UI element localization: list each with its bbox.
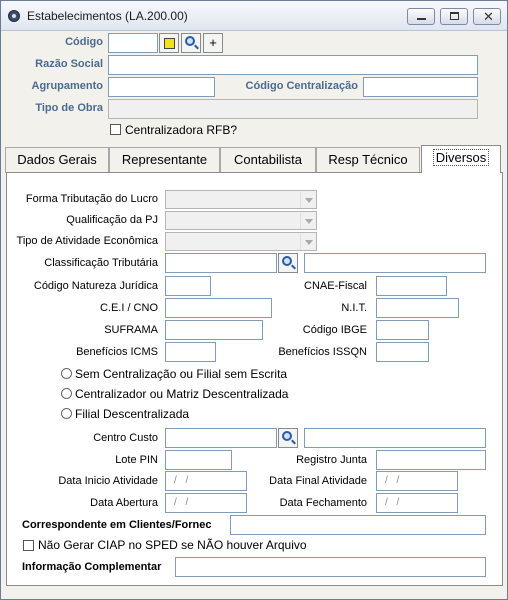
window-title: Estabelecimentos (LA.200.00)	[27, 9, 188, 23]
classificacao-code-input[interactable]	[165, 253, 277, 273]
chevron-down-icon	[300, 213, 315, 229]
radio-label-centralizador: Centralizador ou Matriz Descentralizada	[75, 387, 289, 401]
codigo-add-button[interactable]: +	[203, 33, 223, 53]
natureza-juridica-label: Código Natureza Jurídica	[33, 280, 158, 292]
info-complementar-label: Informação Complementar	[22, 561, 162, 573]
codigo-centralizacao-input[interactable]	[363, 77, 478, 97]
radio-label-sem-centralizacao: Sem Centralização ou Filial sem Escrita	[75, 367, 288, 381]
suframa-label: SUFRAMA	[104, 324, 158, 336]
centro-custo-search-button[interactable]	[278, 428, 298, 448]
tipo-obra-label: Tipo de Obra	[35, 102, 103, 114]
issqn-input[interactable]	[376, 342, 429, 362]
nit-label: N.I.T.	[341, 302, 367, 314]
lote-pin-label: Lote PIN	[115, 454, 158, 466]
plus-icon: +	[209, 35, 217, 50]
nit-input[interactable]	[376, 298, 459, 318]
centro-custo-desc-input[interactable]	[304, 428, 486, 448]
qualificacao-select[interactable]	[165, 211, 317, 230]
close-icon: ✕	[483, 9, 494, 24]
cei-input[interactable]	[165, 298, 272, 318]
correspondente-label: Correspondente em Clientes/Fornec	[22, 519, 212, 531]
agrupamento-label: Agrupamento	[31, 80, 104, 92]
radio-label-filial: Filial Descentralizada	[75, 407, 190, 421]
classificacao-search-button[interactable]	[278, 253, 298, 273]
data-inicio-input[interactable]: / /	[165, 471, 247, 491]
info-complementar-input[interactable]	[175, 557, 486, 577]
qualificacao-label: Qualificação da PJ	[66, 214, 158, 226]
main-window: Estabelecimentos (LA.200.00) ✕ Código + …	[0, 0, 508, 600]
data-fechamento-input[interactable]: / /	[376, 493, 458, 513]
codigo-label: Código	[65, 36, 103, 48]
centro-custo-code-input[interactable]	[165, 428, 277, 448]
data-final-label: Data Final Atividade	[269, 475, 367, 487]
tab-diversos[interactable]: Diversos	[421, 145, 501, 173]
ibge-input[interactable]	[376, 320, 429, 340]
forma-tributacao-label: Forma Tributação do Lucro	[25, 193, 158, 205]
razao-social-input[interactable]	[108, 55, 478, 75]
radio-centralizador[interactable]	[61, 388, 72, 399]
chevron-down-icon	[300, 234, 315, 250]
data-abertura-input[interactable]: / /	[165, 493, 247, 513]
registro-junta-input[interactable]	[376, 450, 486, 470]
maximize-button[interactable]	[440, 8, 468, 25]
cnae-label: CNAE-Fiscal	[304, 280, 367, 292]
note-icon	[164, 38, 175, 49]
razao-social-label: Razão Social	[35, 58, 103, 70]
minimize-icon	[417, 18, 426, 20]
icms-label: Benefícios ICMS	[76, 346, 158, 358]
codigo-lookup-button[interactable]	[159, 33, 179, 53]
tipo-atividade-label: Tipo de Atividade Econômica	[16, 235, 158, 247]
tab-representante[interactable]: Representante	[109, 147, 220, 173]
agrupamento-input[interactable]	[108, 77, 215, 97]
classificacao-desc-input[interactable]	[304, 253, 486, 273]
tab-dados-gerais[interactable]: Dados Gerais	[5, 147, 109, 173]
correspondente-input[interactable]	[230, 515, 486, 535]
data-final-input[interactable]: / /	[376, 471, 458, 491]
codigo-centralizacao-label: Código Centralização	[245, 80, 358, 92]
centralizadora-label: Centralizadora RFB?	[125, 123, 238, 137]
data-abertura-label: Data Abertura	[90, 497, 158, 509]
codigo-input[interactable]	[108, 33, 158, 53]
minimize-button[interactable]	[407, 8, 435, 25]
nao-gerar-ciap-checkbox[interactable]	[23, 540, 34, 551]
issqn-label: Benefícios ISSQN	[278, 346, 367, 358]
title-bar[interactable]: Estabelecimentos (LA.200.00) ✕	[1, 1, 507, 31]
tipo-atividade-select[interactable]	[165, 232, 317, 251]
forma-tributacao-select[interactable]	[165, 190, 317, 209]
tab-contabilista[interactable]: Contabilista	[220, 147, 316, 173]
lote-pin-input[interactable]	[165, 450, 232, 470]
chevron-down-icon	[300, 192, 315, 208]
classificacao-label: Classificação Tributária	[44, 257, 158, 269]
codigo-search-button[interactable]	[181, 33, 201, 53]
app-icon	[8, 10, 20, 22]
centralizadora-checkbox[interactable]	[110, 124, 121, 135]
nao-gerar-ciap-label: Não Gerar CIAP no SPED se NÃO houver Arq…	[38, 538, 307, 552]
cei-label: C.E.I / CNO	[99, 302, 158, 314]
maximize-icon	[450, 12, 459, 20]
registro-junta-label: Registro Junta	[296, 454, 367, 466]
natureza-juridica-input[interactable]	[165, 276, 211, 296]
data-fechamento-label: Data Fechamento	[279, 497, 367, 509]
tab-bar: Dados Gerais Representante Contabilista …	[5, 145, 503, 173]
centro-custo-label: Centro Custo	[93, 432, 158, 444]
radio-sem-centralizacao[interactable]	[61, 368, 72, 379]
tab-resp-tecnico[interactable]: Resp Técnico	[316, 147, 420, 173]
tipo-obra-select[interactable]	[108, 99, 478, 119]
data-inicio-label: Data Inicio Atividade	[58, 475, 158, 487]
icms-input[interactable]	[165, 342, 216, 362]
suframa-input[interactable]	[165, 320, 263, 340]
close-button[interactable]: ✕	[473, 8, 501, 25]
radio-filial-descentralizada[interactable]	[61, 408, 72, 419]
diversos-panel: Forma Tributação do Lucro Qualificação d…	[6, 172, 503, 586]
ibge-label: Código IBGE	[302, 324, 367, 336]
cnae-input[interactable]	[376, 276, 447, 296]
